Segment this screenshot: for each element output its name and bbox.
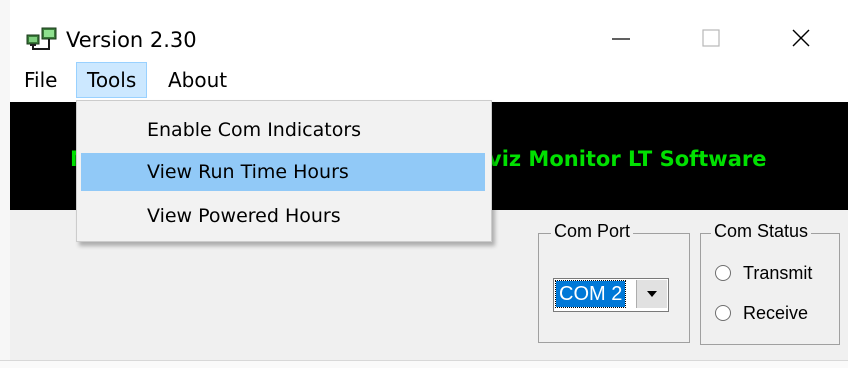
app-window: Version 2.30 File Tools About viz Monito… (10, 0, 848, 360)
maximize-icon (702, 29, 720, 47)
com-port-select[interactable]: COM 2 (553, 278, 669, 312)
menu-tools[interactable]: Tools (76, 62, 148, 98)
menu-item-view-powered-hours[interactable]: View Powered Hours (81, 197, 485, 235)
transmit-radio-row[interactable]: Transmit (715, 260, 812, 286)
banner-text-right: viz Monitor LT Software (488, 147, 767, 171)
menu-about[interactable]: About (162, 62, 233, 98)
menu-item-view-run-time-hours[interactable]: View Run Time Hours (81, 153, 485, 191)
minimize-button[interactable] (590, 18, 652, 58)
close-icon (792, 29, 810, 47)
window-title: Version 2.30 (66, 28, 197, 52)
menu-bar: File Tools About (10, 58, 848, 102)
tools-dropdown-menu: Enable Com Indicators View Run Time Hour… (76, 100, 492, 242)
receive-label: Receive (743, 302, 809, 323)
close-button[interactable] (770, 18, 832, 58)
menu-item-label: View Run Time Hours (147, 161, 349, 183)
menu-item-label: Enable Com Indicators (147, 119, 362, 141)
com-status-label: Com Status (711, 221, 812, 242)
com-port-label: Com Port (551, 221, 634, 242)
dropdown-arrow-button[interactable] (636, 280, 667, 308)
com-status-group: Com Status Transmit Receive (700, 221, 840, 345)
menu-item-label: View Powered Hours (147, 205, 341, 227)
title-bar[interactable]: Version 2.30 (10, 0, 848, 58)
menu-file[interactable]: File (18, 62, 63, 98)
maximize-button[interactable] (680, 18, 742, 58)
com-port-value[interactable]: COM 2 (554, 280, 627, 308)
app-network-icon[interactable] (26, 26, 58, 52)
com-port-group: Com Port COM 2 (538, 221, 690, 343)
receive-radio[interactable] (715, 305, 731, 321)
transmit-radio[interactable] (715, 265, 731, 281)
transmit-label: Transmit (743, 262, 813, 283)
receive-radio-row[interactable]: Receive (715, 300, 808, 326)
desktop-edge-bottom (0, 360, 848, 368)
screen: Version 2.30 File Tools About viz Monito… (0, 0, 848, 368)
minimize-icon (612, 38, 630, 40)
chevron-down-icon (647, 291, 657, 297)
menu-item-enable-com-indicators[interactable]: Enable Com Indicators (81, 111, 485, 149)
